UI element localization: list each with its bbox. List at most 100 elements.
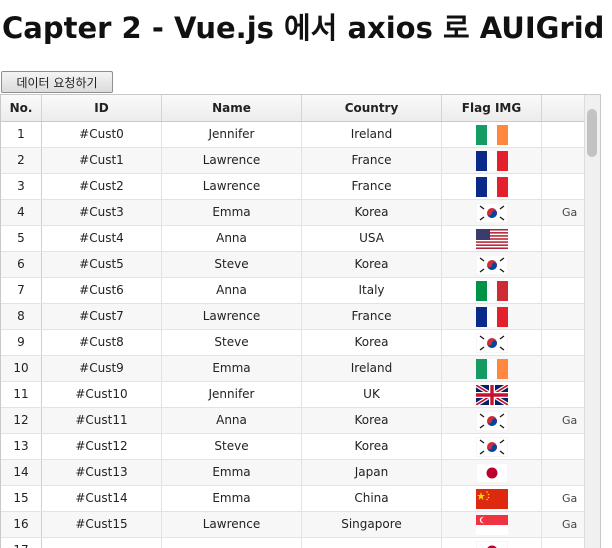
cell-country: France	[302, 148, 442, 173]
cell-country: Singapore	[302, 512, 442, 537]
table-row[interactable]: 12#Cust11AnnaKoreaGa	[1, 408, 586, 434]
column-header-no[interactable]: No.	[1, 95, 42, 121]
cell-flag	[442, 512, 542, 537]
table-row[interactable]: 16#Cust15LawrenceSingaporeGa	[1, 512, 586, 538]
cell-flag	[442, 122, 542, 147]
flag-korea-icon	[476, 255, 508, 275]
table-row[interactable]: 5#Cust4AnnaUSA	[1, 226, 586, 252]
flag-uk-icon	[476, 385, 508, 405]
flag-france-icon	[476, 307, 508, 327]
cell-name: Emma	[162, 486, 302, 511]
cell-no: 8	[1, 304, 42, 329]
cell-no: 13	[1, 434, 42, 459]
grid-header: No. ID Name Country Flag IMG	[1, 95, 601, 122]
cell-flag	[442, 382, 542, 407]
cell-no: 2	[1, 148, 42, 173]
cell-id: #Cust10	[42, 382, 162, 407]
cell-id: #Cust6	[42, 278, 162, 303]
vertical-scrollbar[interactable]	[584, 95, 600, 548]
cell-no: 9	[1, 330, 42, 355]
cell-flag	[442, 408, 542, 433]
cell-name: Lawrence	[162, 174, 302, 199]
cell-country: Korea	[302, 200, 442, 225]
cell-country: Korea	[302, 408, 442, 433]
column-header-flag[interactable]: Flag IMG	[442, 95, 542, 121]
cell-flag	[442, 278, 542, 303]
request-data-button[interactable]: 데이터 요청하기	[1, 71, 113, 93]
cell-name: Lawrence	[162, 512, 302, 537]
column-header-country[interactable]: Country	[302, 95, 442, 121]
cell-id: #Cust7	[42, 304, 162, 329]
table-row[interactable]: 3#Cust2LawrenceFrance	[1, 174, 586, 200]
data-grid: No. ID Name Country Flag IMG 1#Cust0Jenn…	[0, 94, 601, 548]
cell-country: Korea	[302, 330, 442, 355]
cell-country: Japan	[302, 460, 442, 485]
flag-france-icon	[476, 151, 508, 171]
cell-name: Anna	[162, 408, 302, 433]
cell-name: Emma	[162, 200, 302, 225]
page-title: Capter 2 - Vue.js 에서 axios 로 AUIGrid 0	[2, 8, 612, 48]
cell-id: #Cust12	[42, 434, 162, 459]
table-row[interactable]: 6#Cust5SteveKorea	[1, 252, 586, 278]
cell-flag	[442, 252, 542, 277]
column-header-id[interactable]: ID	[42, 95, 162, 121]
cell-no: 1	[1, 122, 42, 147]
scroll-up-arrow-icon[interactable]	[585, 95, 600, 107]
cell-country: Italy	[302, 278, 442, 303]
flag-italy-icon	[476, 281, 508, 301]
flag-singapore-icon	[476, 515, 508, 535]
cell-flag	[442, 356, 542, 381]
cell-name: Steve	[162, 434, 302, 459]
table-row[interactable]: 9#Cust8SteveKorea	[1, 330, 586, 356]
flag-korea-icon	[476, 411, 508, 431]
cell-country: Korea	[302, 252, 442, 277]
table-row[interactable]: 10#Cust9EmmaIreland	[1, 356, 586, 382]
cell-country: USA	[302, 226, 442, 251]
flag-korea-icon	[476, 203, 508, 223]
cell-country: Ireland	[302, 356, 442, 381]
cell-flag	[442, 486, 542, 511]
cell-no: 5	[1, 226, 42, 251]
cell-name: Lawrence	[162, 148, 302, 173]
cell-name: Jennifer	[162, 122, 302, 147]
cell-name: Lawrence	[162, 304, 302, 329]
table-row[interactable]: 2#Cust1LawrenceFrance	[1, 148, 586, 174]
table-row[interactable]: 8#Cust7LawrenceFrance	[1, 304, 586, 330]
cell-no: 7	[1, 278, 42, 303]
cell-id: #Cust14	[42, 486, 162, 511]
cell-no: 3	[1, 174, 42, 199]
table-row[interactable]: 13#Cust12SteveKorea	[1, 434, 586, 460]
table-row[interactable]: 1#Cust0JenniferIreland	[1, 122, 586, 148]
flag-korea-icon	[476, 437, 508, 457]
flag-usa-icon	[476, 229, 508, 249]
cell-no: 15	[1, 486, 42, 511]
cell-no: 11	[1, 382, 42, 407]
table-row[interactable]: 11#Cust10JenniferUK	[1, 382, 586, 408]
flag-china-icon	[476, 489, 508, 509]
cell-name: Jennifer	[162, 382, 302, 407]
flag-japan-icon	[476, 463, 508, 483]
table-row[interactable]: 4#Cust3EmmaKoreaGa	[1, 200, 586, 226]
cell-name: Steve	[162, 330, 302, 355]
scrollbar-thumb[interactable]	[587, 109, 597, 157]
cell-no: 4	[1, 200, 42, 225]
cell-id: #Cust3	[42, 200, 162, 225]
cell-name: Steve	[162, 252, 302, 277]
cell-id: #Cust15	[42, 512, 162, 537]
column-header-name[interactable]: Name	[162, 95, 302, 121]
cell-no: 6	[1, 252, 42, 277]
cell-country: UK	[302, 382, 442, 407]
flag-ireland-icon	[476, 125, 508, 145]
cell-flag	[442, 330, 542, 355]
table-row[interactable]: 7#Cust6AnnaItaly	[1, 278, 586, 304]
table-row[interactable]: 14#Cust13EmmaJapan	[1, 460, 586, 486]
cell-name: Emma	[162, 356, 302, 381]
cell-no: 12	[1, 408, 42, 433]
cell-flag	[442, 226, 542, 251]
cell-id: #Cust0	[42, 122, 162, 147]
cell-country: Ireland	[302, 122, 442, 147]
table-row[interactable]: 15#Cust14EmmaChinaGa	[1, 486, 586, 512]
cell-flag	[442, 460, 542, 485]
cell-flag	[442, 304, 542, 329]
cell-name: Emma	[162, 460, 302, 485]
